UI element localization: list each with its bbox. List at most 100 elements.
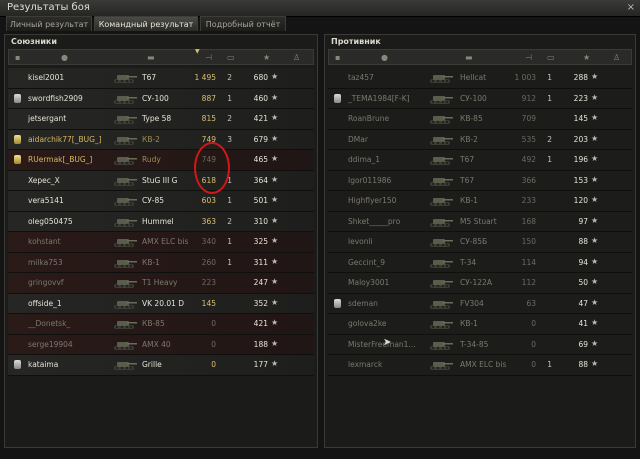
gold-medal-icon: [14, 155, 21, 164]
tank-column-icon[interactable]: ▬: [465, 53, 473, 62]
medal-column-icon[interactable]: ▪: [335, 53, 340, 62]
table-row[interactable]: swordfish2909 СУ-100 887 1 460 ★: [8, 88, 314, 109]
damage-value: 112: [521, 278, 536, 287]
damage-value: 63: [526, 298, 536, 308]
star-icon: ★: [271, 318, 279, 327]
player-column-icon[interactable]: ●: [381, 53, 388, 62]
player-name: vera5141: [28, 196, 64, 205]
allies-panel: Союзники ▪ ● ▬ ▼ ⊣ ▭ ★ ♙ kisel2001 T67 1 4…: [4, 34, 318, 448]
table-row[interactable]: offside_1 VK 20.01 D 145 352 ★: [8, 293, 314, 314]
allies-column-header: ▪ ● ▬ ▼ ⊣ ▭ ★ ♙: [8, 48, 314, 65]
frags-value: 1: [227, 237, 232, 246]
xp-value: 421: [253, 319, 268, 328]
table-row[interactable]: sdeman FV304 63 47 ★: [328, 293, 632, 314]
damage-value: 815: [201, 114, 216, 123]
damage-value: 887: [201, 93, 216, 103]
player-name: swordfish2909: [28, 93, 83, 103]
tank-name: СУ-85Б: [460, 237, 488, 246]
star-icon: ★: [591, 318, 599, 327]
xp-value: 50: [578, 278, 588, 287]
xp-value: 352: [253, 298, 268, 308]
table-row[interactable]: oleg050475 Hummel 363 2 310 ★: [8, 211, 314, 232]
xp-value: 460: [253, 93, 268, 103]
star-icon: ★: [271, 154, 279, 163]
star-icon: ★: [271, 113, 279, 122]
player-name: golova2ke: [348, 319, 387, 328]
tab-detailed-report[interactable]: Подробный отчёт: [200, 16, 286, 31]
premium-xp-column-icon[interactable]: ♙: [613, 53, 620, 62]
frags-value: 2: [547, 134, 552, 144]
table-row[interactable]: RoanBrune КВ-85 709 145 ★: [328, 109, 632, 130]
table-row[interactable]: lexmarck AMX ELC bis 0 1 88 ★: [328, 355, 632, 376]
tank-name: СУ-122А: [460, 278, 492, 287]
table-row[interactable]: ddima_1 T67 492 1 196 ★: [328, 150, 632, 171]
tank-name: Hellcat: [460, 73, 487, 82]
player-name: aidarchik77[_BUG_]: [28, 134, 102, 144]
damage-value: 150: [521, 237, 536, 246]
tank-name: T67: [460, 155, 475, 164]
medal-column-icon[interactable]: ▪: [15, 53, 20, 62]
player-name: __Donetsk_: [28, 319, 71, 328]
damage-column-icon[interactable]: ⊣: [205, 53, 212, 62]
table-row[interactable]: __Donetsk_ КВ-85 0 421 ★: [8, 314, 314, 335]
table-row[interactable]: RUermak[_BUG_] Rudy 749 465 ★: [8, 150, 314, 171]
player-name: Shket_____pro: [348, 216, 401, 226]
table-row[interactable]: levonli СУ-85Б 150 88 ★: [328, 232, 632, 253]
table-row[interactable]: vera5141 СУ-85 603 1 501 ★: [8, 191, 314, 212]
table-row[interactable]: gringovvf T1 Heavy 223 247 ★: [8, 273, 314, 294]
table-row[interactable]: golova2ke КВ-1 0 41 ★: [328, 314, 632, 335]
damage-value: 363: [201, 216, 216, 226]
table-row[interactable]: MisterFreeman1... T-34-85 0 69 ★: [328, 334, 632, 355]
table-row[interactable]: Shket_____pro M5 Stuart 168 97 ★: [328, 211, 632, 232]
xp-value: 177: [253, 360, 268, 369]
table-row[interactable]: Geccint_9 T-34 114 94 ★: [328, 252, 632, 273]
tank-name: T-34-85: [460, 339, 489, 349]
tank-name: КВ-85: [142, 319, 165, 328]
table-row[interactable]: Maloy3001 СУ-122А 112 50 ★: [328, 273, 632, 294]
xp-column-icon[interactable]: ★: [263, 53, 270, 62]
tab-team-result[interactable]: Командный результат: [94, 16, 198, 31]
frags-value: 2: [227, 216, 232, 226]
tab-personal-result[interactable]: Личный результат: [6, 16, 92, 31]
damage-column-icon[interactable]: ⊣: [525, 53, 532, 62]
player-name: milka753: [28, 257, 63, 267]
tank-name: AMX 40: [142, 339, 171, 349]
star-icon: ★: [591, 256, 599, 266]
tank-name: T67: [460, 175, 475, 185]
table-row[interactable]: Xepec_X StuG III G 618 1 364 ★: [8, 170, 314, 191]
table-row[interactable]: serge19904 AMX 40 0 188 ★: [8, 334, 314, 355]
star-icon: ★: [271, 133, 279, 143]
player-name: DMar: [348, 134, 368, 144]
damage-value: 603: [201, 196, 216, 205]
damage-value: 0: [211, 339, 216, 349]
player-name: lexmarck: [348, 360, 383, 369]
xp-value: 680: [253, 73, 268, 82]
xp-column-icon[interactable]: ★: [583, 53, 590, 62]
tank-name: КВ-1: [460, 196, 478, 205]
close-icon[interactable]: ×: [627, 2, 635, 13]
table-row[interactable]: kataima Grille 0 177 ★: [8, 355, 314, 376]
table-row[interactable]: DMar КВ-2 535 2 203 ★: [328, 129, 632, 150]
star-icon: ★: [591, 195, 599, 204]
damage-value: 223: [201, 278, 216, 287]
table-row[interactable]: kohstant AMX ELC bis 340 1 325 ★: [8, 232, 314, 253]
table-row[interactable]: aidarchik77[_BUG_] КВ-2 749 3 679 ★: [8, 129, 314, 150]
table-row[interactable]: milka753 КВ-1 260 1 311 ★: [8, 252, 314, 273]
tank-column-icon[interactable]: ▬: [147, 53, 155, 62]
player-name: Maloy3001: [348, 278, 390, 287]
table-row[interactable]: kisel2001 T67 1 495 2 680 ★: [8, 68, 314, 89]
star-icon: ★: [591, 338, 599, 348]
table-row[interactable]: Highflyer150 КВ-1 233 120 ★: [328, 191, 632, 212]
frags-column-icon[interactable]: ▭: [227, 53, 235, 62]
premium-xp-column-icon[interactable]: ♙: [293, 53, 300, 62]
table-row[interactable]: _TEMA1984[F-K] СУ-100 912 1 223 ★: [328, 88, 632, 109]
table-row[interactable]: Igor011986 T67 366 153 ★: [328, 170, 632, 191]
silver-medal-icon: [14, 93, 21, 103]
player-column-icon[interactable]: ●: [61, 53, 68, 62]
frags-column-icon[interactable]: ▭: [547, 53, 555, 62]
table-row[interactable]: taz457 Hellcat 1 003 1 288 ★: [328, 68, 632, 89]
enemies-rows: taz457 Hellcat 1 003 1 288 ★ _TEMA1984[F-K] СУ-…: [328, 68, 632, 376]
tank-name: КВ-2: [460, 134, 478, 144]
player-name: oleg050475: [28, 216, 73, 226]
table-row[interactable]: jetsergant Type 58 815 2 421 ★: [8, 109, 314, 130]
